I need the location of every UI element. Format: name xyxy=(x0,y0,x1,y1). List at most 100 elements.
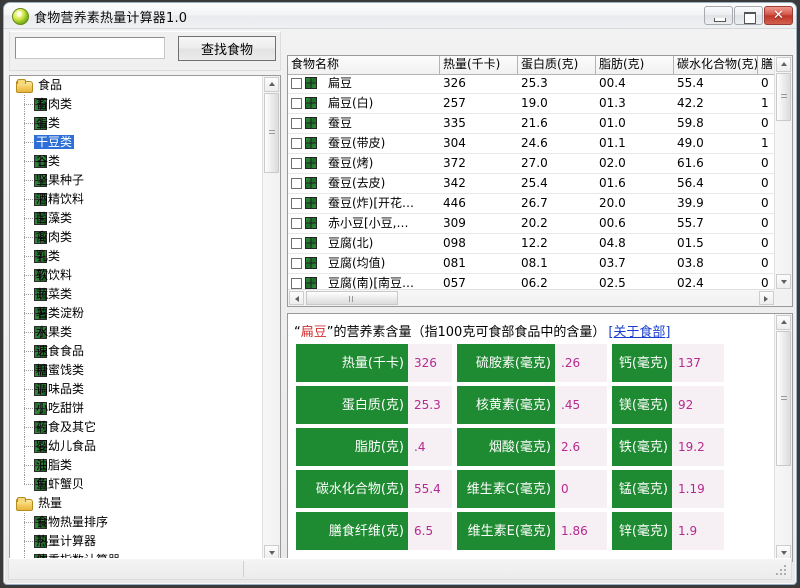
row-checkbox[interactable] xyxy=(291,118,302,129)
row-checkbox[interactable] xyxy=(291,258,302,269)
table-row[interactable]: 蚕豆33521.601.059.80 xyxy=(288,114,775,134)
tree-item-酒精饮料[interactable]: 酒精饮料 xyxy=(10,190,263,209)
tree-item-薯类淀粉[interactable]: 薯类淀粉 xyxy=(10,304,263,323)
row-checkbox[interactable] xyxy=(291,198,302,209)
status-bar xyxy=(8,558,792,580)
table-cell-kcal: 257 xyxy=(440,94,518,113)
table-row[interactable]: 扁豆(白)25719.001.342.21 xyxy=(288,94,775,114)
table-column-header[interactable]: 食物名称 xyxy=(288,56,440,74)
minimize-icon xyxy=(714,18,726,22)
nutrition-scroll-up-arrow-icon[interactable] xyxy=(776,315,791,330)
maximize-button[interactable] xyxy=(734,6,763,25)
table-cell-fat: 00.4 xyxy=(596,74,674,93)
tree-item-水果类[interactable]: 水果类 xyxy=(10,323,263,342)
tree-item-谷类[interactable]: 谷类 xyxy=(10,152,263,171)
table-scroll-up-arrow-icon[interactable] xyxy=(776,57,791,72)
tree-item-小吃甜饼[interactable]: 小吃甜饼 xyxy=(10,399,263,418)
about-edible-part-link[interactable]: [关于食部] xyxy=(608,325,670,340)
tree-group-food[interactable]: 食品 xyxy=(10,76,263,95)
tree-item-菌藻类[interactable]: 菌藻类 xyxy=(10,209,263,228)
nutrition-row: 热量(千卡)326硫胺素(毫克).26钙(毫克)137 xyxy=(296,344,744,382)
table-row[interactable]: 扁豆32625.300.455.40 xyxy=(288,74,775,94)
row-checkbox[interactable] xyxy=(291,138,302,149)
tree-item-蛋类[interactable]: 蛋类 xyxy=(10,114,263,133)
tree-item-label: 鱼虾蟹贝 xyxy=(34,477,86,491)
table-cell-fat: 04.8 xyxy=(596,234,674,253)
tree-item-禽肉类[interactable]: 禽肉类 xyxy=(10,228,263,247)
resize-grip-icon[interactable] xyxy=(776,565,789,578)
tree-item-速食食品[interactable]: 速食食品 xyxy=(10,342,263,361)
table-scroll-right-arrow-icon[interactable] xyxy=(759,291,774,305)
close-button[interactable]: ✕ xyxy=(764,6,793,25)
search-input[interactable] xyxy=(15,37,165,59)
table-column-header[interactable]: 碳水化合物(克) xyxy=(674,56,758,74)
tree-item-油脂类[interactable]: 油脂类 xyxy=(10,456,263,475)
table-row[interactable]: 豆腐(均值)08108.103.703.80 xyxy=(288,254,775,274)
nutrient-pair: 蛋白质(克)25.3 xyxy=(296,386,457,424)
row-checkbox[interactable] xyxy=(291,78,302,89)
tree-item-药食及其它[interactable]: 药食及其它 xyxy=(10,418,263,437)
tree-item-坚果种子[interactable]: 坚果种子 xyxy=(10,171,263,190)
tree-item-糖蜜饯类[interactable]: 糖蜜饯类 xyxy=(10,361,263,380)
tree-item-label: 药食及其它 xyxy=(34,420,98,434)
nutrient-pair: 锰(毫克)1.19 xyxy=(612,470,724,508)
table-scroll-down-arrow-icon[interactable] xyxy=(776,274,791,289)
row-checkbox[interactable] xyxy=(291,218,302,229)
tree-item-蔬菜类[interactable]: 蔬菜类 xyxy=(10,285,263,304)
table-row[interactable]: 蚕豆(炸)[开花…44626.720.039.90 xyxy=(288,194,775,214)
table-cell-fiber: 0 xyxy=(758,254,775,273)
table-row[interactable]: 豆腐(南)[南豆…05706.202.502.40 xyxy=(288,274,775,290)
row-checkbox[interactable] xyxy=(291,98,302,109)
nutrition-vertical-scrollbar[interactable] xyxy=(774,314,792,561)
table-cell-fat: 01.3 xyxy=(596,94,674,113)
tree-item-干豆类[interactable]: 干豆类 xyxy=(10,133,263,152)
tree-item-鱼虾蟹贝[interactable]: 鱼虾蟹贝 xyxy=(10,475,263,494)
row-checkbox[interactable] xyxy=(291,178,302,189)
tree-vertical-scrollbar[interactable] xyxy=(262,76,280,561)
row-checkbox[interactable] xyxy=(291,238,302,249)
table-row[interactable]: 蚕豆(去皮)34225.401.656.40 xyxy=(288,174,775,194)
table-hscrollbar-thumb[interactable] xyxy=(306,291,398,305)
table-row[interactable]: 赤小豆[小豆,…30920.200.655.70 xyxy=(288,214,775,234)
table-column-header[interactable]: 热量(千卡) xyxy=(440,56,518,74)
table-vertical-scrollbar[interactable] xyxy=(774,56,792,290)
table-horizontal-scrollbar[interactable] xyxy=(288,289,775,306)
tree-item-食物热量排序[interactable]: 食物热量排序 xyxy=(10,513,263,532)
tree-group-energy[interactable]: 热量 xyxy=(10,494,263,513)
table-column-header[interactable]: 脂肪(克) xyxy=(596,56,674,74)
minimize-button[interactable] xyxy=(704,6,733,25)
tree-item-婴幼儿食品[interactable]: 婴幼儿食品 xyxy=(10,437,263,456)
table-row[interactable]: 蚕豆(烤)37227.002.061.60 xyxy=(288,154,775,174)
tree-item-label: 小吃甜饼 xyxy=(34,401,86,415)
tree-scrollbar-thumb[interactable] xyxy=(264,93,279,173)
nutrition-scrollbar-thumb[interactable] xyxy=(776,331,791,466)
table-column-header[interactable]: 蛋白质(克) xyxy=(518,56,596,74)
client-area: 查找食物 食品畜肉类蛋类干豆类谷类坚果种子酒精饮料菌藻类禽肉类乳类软饮料蔬菜类薯… xyxy=(4,28,796,584)
row-checkbox[interactable] xyxy=(291,278,302,289)
tree-item-乳类[interactable]: 乳类 xyxy=(10,247,263,266)
tree-item-label: 软饮料 xyxy=(34,268,74,282)
tree-item-label: 糖蜜饯类 xyxy=(34,363,86,377)
tree-item-畜肉类[interactable]: 畜肉类 xyxy=(10,95,263,114)
table-cell-name: 豆腐(均值) xyxy=(288,254,440,273)
table-row[interactable]: 蚕豆(带皮)30424.601.149.01 xyxy=(288,134,775,154)
tree-item-label: 婴幼儿食品 xyxy=(34,439,98,453)
tree-scroll-up-arrow-icon[interactable] xyxy=(264,77,279,92)
table-row[interactable]: 豆腐(北)09812.204.801.50 xyxy=(288,234,775,254)
tree-item-软饮料[interactable]: 软饮料 xyxy=(10,266,263,285)
nutrient-value: 137 xyxy=(672,344,724,382)
nutrition-panel: “扁豆”的营养素含量（指100克可食部食品中的含量）[关于食部] 热量(千卡)3… xyxy=(287,313,793,562)
table-scroll-left-arrow-icon[interactable] xyxy=(289,291,304,305)
table-cell-protein: 06.2 xyxy=(518,274,596,290)
maximize-icon xyxy=(744,12,756,24)
tree-item-调味品类[interactable]: 调味品类 xyxy=(10,380,263,399)
food-name-text: 赤小豆[小豆,… xyxy=(328,216,409,230)
tree-item-热量计算器[interactable]: 热量计算器 xyxy=(10,532,263,551)
nutrient-label: 脂肪(克) xyxy=(296,428,408,466)
row-checkbox[interactable] xyxy=(291,158,302,169)
folder-icon xyxy=(16,497,32,510)
app-circle-icon xyxy=(12,8,29,25)
table-scrollbar-thumb[interactable] xyxy=(776,73,791,121)
nutrient-pair: 维生素E(毫克)1.86 xyxy=(457,512,612,550)
search-food-button[interactable]: 查找食物 xyxy=(178,36,276,61)
